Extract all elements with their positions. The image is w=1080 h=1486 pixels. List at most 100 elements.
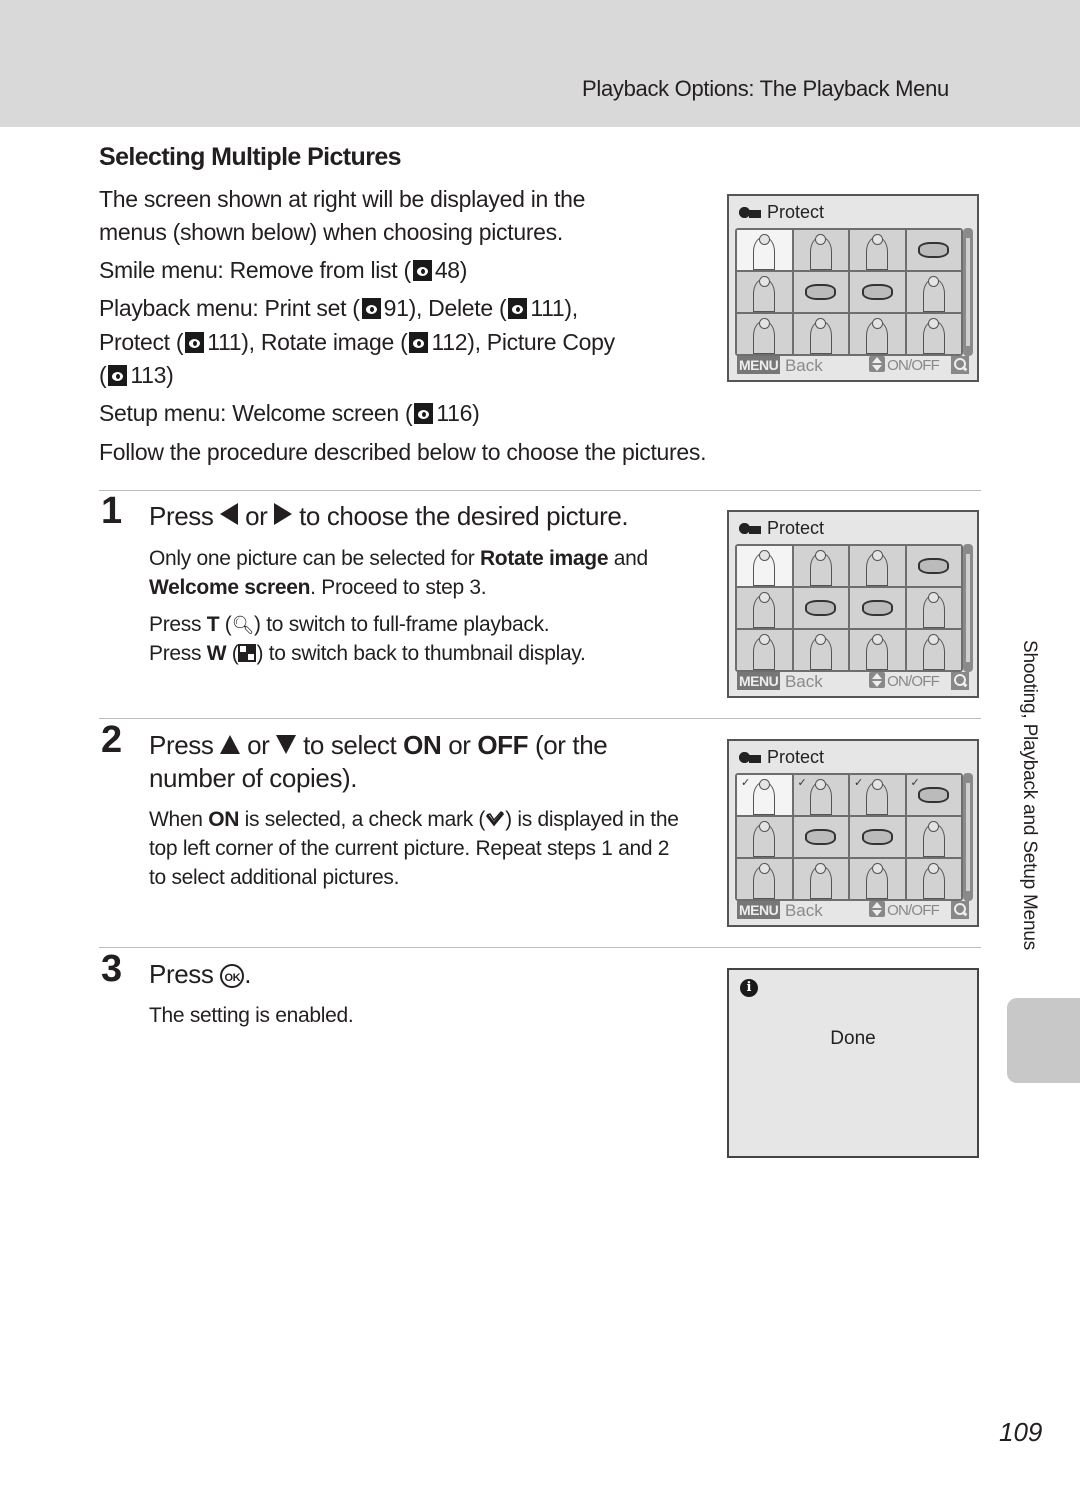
step-text: Press	[149, 642, 207, 665]
screen-title-text: Protect	[767, 202, 825, 222]
thumbnail-checked[interactable]: ✓	[850, 775, 905, 815]
picture-copy-ref-page[interactable]: 113	[130, 362, 166, 388]
up-arrow-icon	[220, 735, 241, 754]
onoff-hint: ON/OFF	[869, 901, 940, 919]
menu-button-icon[interactable]: MENU	[737, 901, 781, 919]
thumbnail[interactable]	[906, 314, 961, 354]
step-text: When	[149, 808, 209, 831]
thumbnail[interactable]	[850, 546, 905, 586]
step-2-number: 2	[101, 719, 123, 761]
divider	[99, 490, 981, 491]
screen-title: Protect	[739, 747, 824, 768]
intro-line-1: The screen shown at right will be displa…	[99, 186, 586, 212]
on-term: ON	[208, 808, 240, 831]
thumbnail[interactable]	[850, 314, 905, 354]
intro-line-2: menus (shown below) when choosing pictur…	[99, 219, 563, 245]
thumbnail[interactable]	[850, 630, 905, 670]
screen-title-text: Protect	[767, 747, 825, 767]
left-arrow-icon	[220, 503, 239, 525]
thumbnail[interactable]	[793, 314, 848, 354]
thumbnail[interactable]	[793, 230, 848, 270]
step-text: Press	[149, 959, 214, 989]
thumbnail[interactable]	[793, 588, 848, 628]
protect-ref-page[interactable]: 111	[207, 329, 241, 355]
thumbnail[interactable]	[737, 230, 792, 270]
scrollbar[interactable]	[963, 228, 973, 356]
thumbnail[interactable]	[737, 817, 792, 857]
page-reference-icon	[409, 332, 429, 353]
step-text: . Proceed to step 3.	[310, 576, 487, 599]
thumbnail[interactable]	[850, 272, 905, 312]
scrollbar[interactable]	[963, 544, 973, 672]
scrollbar[interactable]	[963, 773, 973, 901]
up-down-icon	[869, 901, 886, 917]
thumbnail-grid	[735, 544, 963, 672]
thumbnail[interactable]	[906, 588, 961, 628]
camera-screen-protect-step2: Protect ✓ ✓ ✓ ✓ MENU Back ON/OFF	[727, 739, 979, 927]
thumbnail[interactable]	[737, 546, 792, 586]
thumbnail[interactable]	[906, 272, 961, 312]
thumbnail[interactable]	[793, 546, 848, 586]
screen-title: Protect	[739, 518, 824, 539]
step-text: ) is displayed in the	[505, 808, 679, 831]
check-mark-icon: ✓	[910, 777, 920, 789]
smile-menu-text: Smile menu: Remove from list (	[99, 257, 411, 283]
follow-procedure-text: Follow the procedure described below to …	[99, 439, 707, 465]
step-1-tip-w: Press W () to switch back to thumbnail d…	[149, 642, 586, 665]
welcome-screen-ref-page[interactable]: 116	[436, 400, 472, 426]
thumbnail[interactable]	[850, 588, 905, 628]
right-arrow-icon	[274, 503, 293, 525]
camera-screen-protect-intro: Protect MENU Back ON/OFF	[727, 194, 979, 382]
thumbnail[interactable]	[737, 588, 792, 628]
thumbnail[interactable]	[793, 630, 848, 670]
chapter-side-label: Shooting, Playback and Setup Menus	[1014, 640, 1044, 980]
screen-title: Protect	[739, 202, 824, 223]
onoff-label: ON/OFF	[887, 357, 940, 374]
chapter-tab[interactable]	[1007, 998, 1080, 1083]
delete-ref-page[interactable]: 111	[530, 295, 564, 321]
section-title: Selecting Multiple Pictures	[99, 143, 402, 171]
paren: )	[166, 362, 174, 388]
thumbnail[interactable]	[850, 230, 905, 270]
step-1-tip-t: Press T (🔍︎) to switch to full-frame pla…	[149, 613, 550, 636]
back-label: Back	[784, 672, 823, 691]
zoom-in-icon: 🔍︎	[231, 615, 255, 635]
thumbnail[interactable]	[793, 817, 848, 857]
step-2-heading: Press or to select ON or OFF (or the num…	[149, 729, 608, 795]
thumbnail[interactable]	[850, 859, 905, 899]
step-text: or	[247, 730, 270, 760]
smile-ref-page[interactable]: 48	[435, 257, 460, 283]
thumbnail[interactable]	[793, 859, 848, 899]
step-text: Press	[149, 730, 214, 760]
protect-label: Protect (	[99, 329, 184, 355]
thumbnail[interactable]	[850, 817, 905, 857]
menu-button-icon[interactable]: MENU	[737, 356, 781, 374]
camera-screen-protect-step1: Protect MENU Back ON/OFF	[727, 510, 979, 698]
thumbnail-grid-icon	[238, 644, 257, 662]
menu-button-icon[interactable]: MENU	[737, 672, 781, 690]
thumbnail-checked[interactable]: ✓	[737, 775, 792, 815]
thumbnail[interactable]	[737, 314, 792, 354]
setup-menu-text: Setup menu: Welcome screen (	[99, 400, 413, 426]
thumbnail[interactable]	[906, 859, 961, 899]
step-2-body: When ON is selected, a check mark () is …	[149, 805, 679, 892]
chapter-side-label-text: Shooting, Playback and Setup Menus	[1019, 640, 1040, 951]
thumbnail[interactable]	[906, 230, 961, 270]
thumbnail[interactable]	[737, 272, 792, 312]
rotate-label: ), Rotate image (	[241, 329, 408, 355]
thumbnail[interactable]	[793, 272, 848, 312]
paren: )	[472, 400, 480, 426]
thumbnail-checked[interactable]: ✓	[793, 775, 848, 815]
thumbnail[interactable]	[906, 817, 961, 857]
step-text: Press	[149, 613, 207, 636]
thumbnail[interactable]	[906, 546, 961, 586]
step-text: to choose the desired picture.	[299, 501, 629, 531]
thumbnail[interactable]	[737, 859, 792, 899]
thumbnail[interactable]	[737, 630, 792, 670]
step-1-number: 1	[101, 490, 123, 532]
print-set-ref-page[interactable]: 91	[384, 295, 409, 321]
thumbnail[interactable]	[906, 630, 961, 670]
thumbnail-checked[interactable]: ✓	[906, 775, 961, 815]
rotate-ref-page[interactable]: 112	[431, 329, 467, 355]
screen-title-text: Protect	[767, 518, 825, 538]
